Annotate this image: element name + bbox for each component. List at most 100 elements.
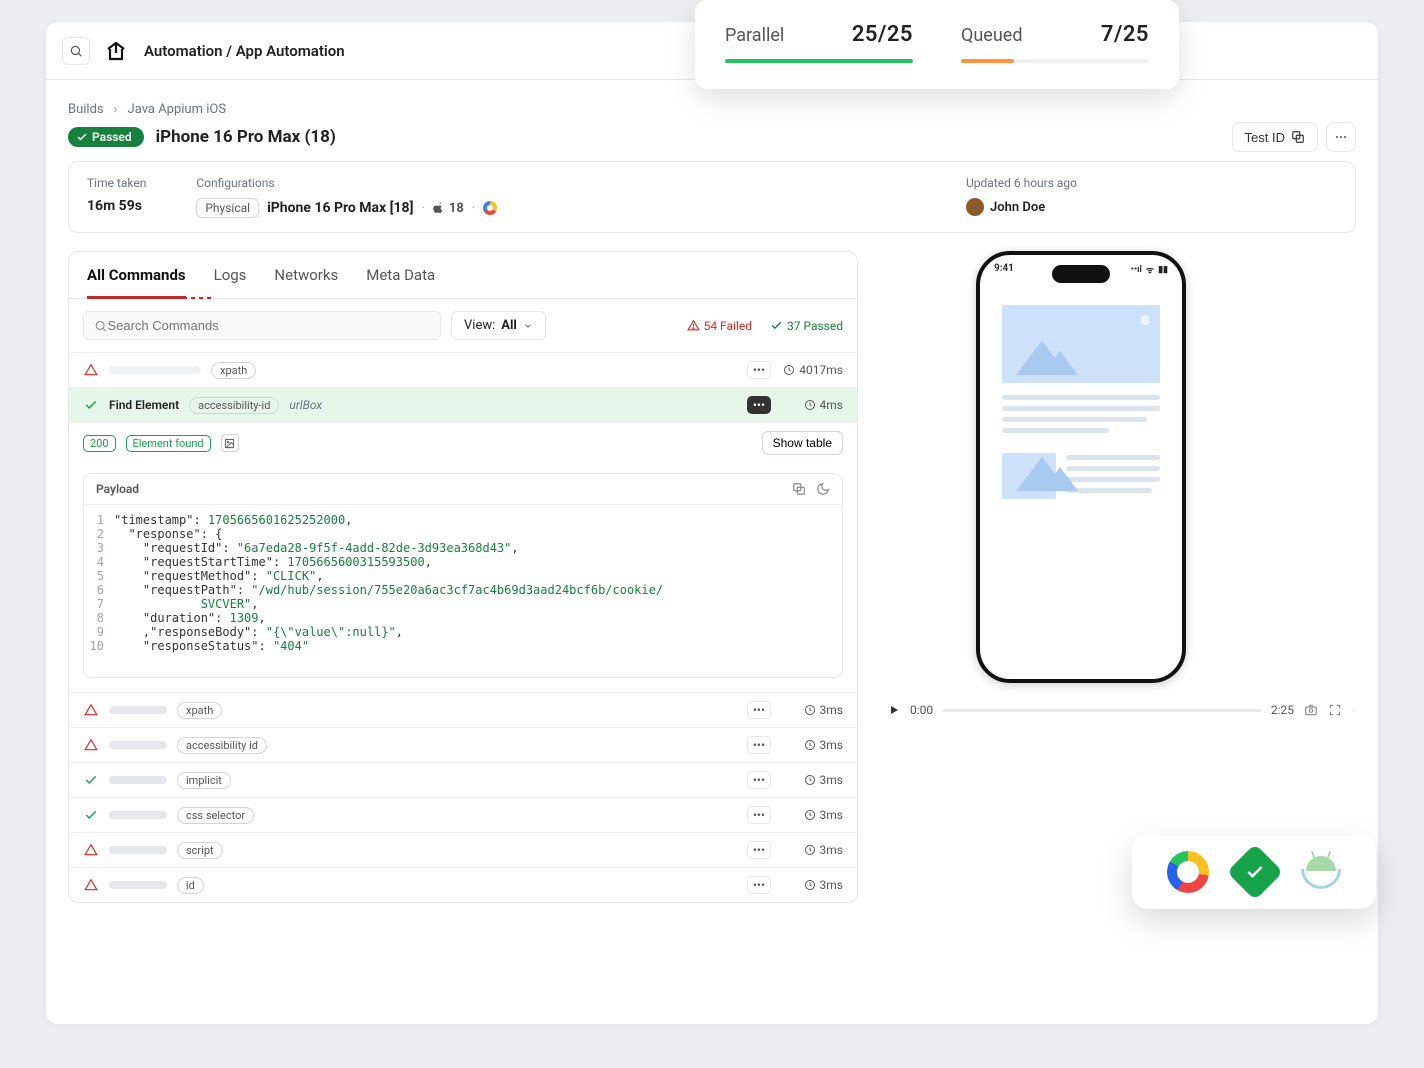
chip-physical: Physical <box>196 198 259 218</box>
tab-logs[interactable]: Logs <box>214 266 247 298</box>
command-row-highlighted[interactable]: Find Element accessibility-id urlBox •••… <box>69 387 857 422</box>
breadcrumb-root[interactable]: Builds <box>68 102 104 117</box>
command-row[interactable]: implicit ••• 3ms <box>69 762 857 797</box>
placeholder-text <box>109 741 167 749</box>
command-row[interactable]: id•••3ms <box>69 867 857 902</box>
row-time: 3ms <box>783 843 843 857</box>
locator-chip: css selector <box>177 807 254 824</box>
user-name: John Doe <box>990 200 1045 215</box>
session-info-box: Time taken 16m 59s Configurations Physic… <box>68 161 1356 233</box>
status-badge-label: Passed <box>92 130 132 144</box>
status-icons: ••ılᯤ▮▮ <box>1131 263 1168 276</box>
preview-image-small <box>1002 453 1056 499</box>
row-time: 3ms <box>783 773 843 787</box>
row-menu[interactable]: ••• <box>747 771 771 789</box>
more-button[interactable] <box>1326 122 1356 152</box>
check-icon <box>83 808 99 822</box>
chevron-down-icon <box>523 321 533 331</box>
header-title: Automation / App Automation <box>144 42 345 60</box>
command-row[interactable]: xpath ••• 3ms <box>69 692 857 727</box>
selector-value: urlBox <box>289 398 322 412</box>
check-icon <box>83 773 99 787</box>
warning-icon <box>83 738 99 752</box>
test-id-button[interactable]: Test ID <box>1232 122 1318 152</box>
page-title: iPhone 16 Pro Max (18) <box>156 127 336 147</box>
fullscreen-icon[interactable] <box>1328 703 1342 717</box>
android-cup-logo <box>1301 856 1341 889</box>
parallel-value: 25/25 <box>852 22 913 47</box>
status-message-tag: Element found <box>126 435 211 452</box>
clock-icon <box>783 364 795 376</box>
player-timeline[interactable] <box>943 709 1261 712</box>
preview-image-large <box>1002 305 1160 383</box>
row-menu[interactable]: ••• <box>747 876 771 894</box>
search-commands-input[interactable] <box>107 318 430 333</box>
locator-chip: accessibility id <box>177 737 267 754</box>
placeholder-text <box>109 811 167 819</box>
queued-label: Queued <box>961 25 1022 46</box>
copy-icon[interactable] <box>792 482 806 496</box>
warning-icon <box>83 878 99 892</box>
row-menu[interactable]: ••• <box>747 701 771 719</box>
view-dropdown[interactable]: View: All <box>451 311 546 340</box>
command-row[interactable]: xpath ••• 4017ms <box>69 352 857 387</box>
check-icon <box>83 398 99 412</box>
play-button[interactable] <box>888 704 900 716</box>
locator-chip: implicit <box>177 772 231 789</box>
chevron-right-icon: › <box>114 102 118 117</box>
device-preview: 9:41 ••ılᯤ▮▮ <box>976 251 1186 683</box>
row-time: 3ms <box>783 808 843 822</box>
configurations-label: Configurations <box>196 176 497 190</box>
breadcrumb-current: Java Appium iOS <box>128 102 227 117</box>
row-menu[interactable]: ••• <box>747 736 771 754</box>
player-current-time: 0:00 <box>910 703 933 717</box>
placeholder-text <box>109 706 167 714</box>
search-icon <box>94 319 107 333</box>
show-table-button[interactable]: Show table <box>762 431 843 455</box>
time-taken-label: Time taken <box>87 176 146 190</box>
locator-chip: accessibility-id <box>189 397 279 414</box>
row-time: 3ms <box>783 703 843 717</box>
tab-networks[interactable]: Networks <box>274 266 338 298</box>
row-time: 4017ms <box>783 363 843 377</box>
locator-chip: script <box>177 842 223 859</box>
pinwheel-logo <box>1167 851 1209 893</box>
integrations-card <box>1132 835 1376 909</box>
locator-chip: xpath <box>211 362 256 379</box>
shield-check-logo <box>1227 844 1284 901</box>
global-search-button[interactable] <box>62 37 90 65</box>
screenshot-icon[interactable] <box>221 434 239 452</box>
row-menu[interactable]: ••• <box>747 841 771 859</box>
command-row[interactable]: css selector ••• 3ms <box>69 797 857 832</box>
failed-count: 54 Failed <box>687 319 752 333</box>
row-time: 3ms <box>783 738 843 752</box>
command-row[interactable]: script ••• 3ms <box>69 832 857 867</box>
breadcrumb: Builds › Java Appium iOS <box>68 102 1356 117</box>
framework-icon <box>483 201 497 215</box>
warning-icon <box>83 843 99 857</box>
row-menu[interactable]: ••• <box>747 396 771 414</box>
row-menu[interactable]: ••• <box>747 361 771 379</box>
command-sub-row: 200 Element found Show table <box>69 422 857 463</box>
locator-chip: xpath <box>177 702 222 719</box>
device-time: 9:41 <box>994 263 1014 276</box>
updated-label: Updated 6 hours ago <box>966 176 1077 190</box>
app-logo <box>104 38 130 64</box>
avatar <box>966 198 984 216</box>
camera-icon[interactable] <box>1304 703 1318 717</box>
command-name: Find Element <box>109 398 179 412</box>
tab-all-commands[interactable]: All Commands <box>87 266 186 299</box>
theme-icon[interactable] <box>816 482 830 496</box>
player-total-time: 2:25 <box>1271 703 1294 717</box>
payload-box: Payload 1"timestamp": 170566560162525200… <box>83 473 843 678</box>
search-commands-wrap[interactable] <box>83 311 441 340</box>
status-code-tag: 200 <box>83 435 116 452</box>
command-row[interactable]: accessibility id ••• 3ms <box>69 727 857 762</box>
row-menu[interactable]: ••• <box>747 806 771 824</box>
row-time: 4ms <box>783 398 843 412</box>
payload-title: Payload <box>96 482 139 496</box>
player-more-icon[interactable] <box>1352 703 1356 717</box>
placeholder-text <box>109 776 167 784</box>
tab-meta-data[interactable]: Meta Data <box>366 266 435 298</box>
device-name: iPhone 16 Pro Max [18] <box>267 200 413 216</box>
